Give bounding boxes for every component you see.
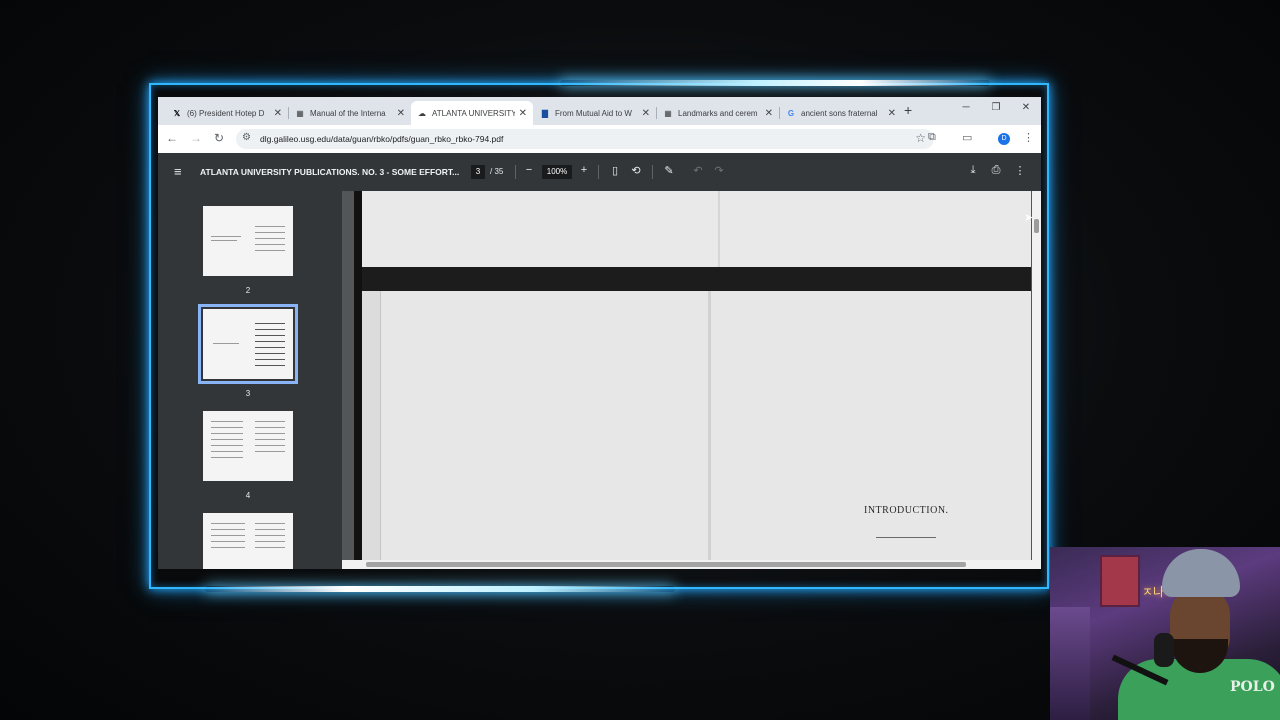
bookmark-star-icon[interactable]: ☆ <box>915 131 926 145</box>
pdf-page-3: INTRODUCTION. <box>362 291 1031 569</box>
thumbnail-image[interactable] <box>198 304 298 384</box>
extensions-icon[interactable]: ⧉ <box>928 131 936 144</box>
undo-icon[interactable]: ↶ <box>691 164 705 177</box>
page-number-input[interactable]: 3 <box>471 165 485 179</box>
page-edge <box>362 291 381 569</box>
page-fold <box>718 191 720 267</box>
microphone-icon <box>1154 633 1174 667</box>
tab-title: (6) President Hotep D <box>187 108 265 118</box>
page-shadow <box>354 191 362 569</box>
restore-icon[interactable]: ❐ <box>986 102 1006 113</box>
pdf-toolbar: ≡ ATLANTA UNIVERSITY PUBLICATIONS. NO. 3… <box>158 153 1041 191</box>
thumbnail-image[interactable] <box>203 206 293 276</box>
x-logo-icon: 𝕏 <box>173 108 181 118</box>
thumbnail-image[interactable] <box>203 411 293 481</box>
tab-google-search[interactable]: G ancient sons fraternal ✕ <box>780 101 902 125</box>
thumbnail-sidebar: 2 3 4 <box>158 191 342 569</box>
document-icon: ▦ <box>664 108 672 118</box>
person-cap <box>1162 549 1240 597</box>
tab-title: Manual of the Interna <box>310 108 386 118</box>
close-tab-icon[interactable]: ✕ <box>765 108 773 119</box>
new-tab-button[interactable]: + <box>904 102 912 118</box>
minimize-icon[interactable]: ─ <box>956 102 976 113</box>
print-icon[interactable]: ⎙ <box>989 164 1003 177</box>
page-gap <box>362 267 1031 291</box>
tab-atlanta-university[interactable]: ☁ ATLANTA UNIVERSITY ✕ <box>411 101 533 125</box>
tab-title: ATLANTA UNIVERSITY <box>432 108 515 118</box>
redo-icon[interactable]: ↷ <box>712 164 726 177</box>
close-tab-icon[interactable]: ✕ <box>642 108 650 119</box>
close-tab-icon[interactable]: ✕ <box>397 108 405 119</box>
shelf <box>1050 607 1090 720</box>
pdf-icon: ☁ <box>418 108 426 118</box>
divider <box>598 165 599 179</box>
tab-mutual-aid[interactable]: ▇ From Mutual Aid to W ✕ <box>534 101 656 125</box>
thumbnail-page-5[interactable] <box>201 513 295 569</box>
tab-title: From Mutual Aid to W <box>555 108 632 118</box>
forward-icon[interactable]: → <box>188 131 204 145</box>
thumbnail-image[interactable] <box>203 513 293 569</box>
zoom-input[interactable]: 100% <box>542 165 572 179</box>
browser-toolbar: ← → ↻ ⚙ dlg.galileo.usg.edu/data/guan/rb… <box>158 125 1041 153</box>
heading-rule <box>876 537 936 538</box>
reload-icon[interactable]: ↻ <box>211 131 227 145</box>
vertical-scrollbar-track[interactable] <box>1032 191 1041 563</box>
sidebar-toggle-icon[interactable]: ≡ <box>174 164 182 179</box>
fit-page-icon[interactable]: ▯ <box>608 164 622 177</box>
wall-poster <box>1100 555 1140 607</box>
browser-menu-icon[interactable]: ⋮ <box>1023 131 1034 144</box>
tab-landmarks[interactable]: ▦ Landmarks and cerem ✕ <box>657 101 779 125</box>
google-icon: G <box>787 108 795 118</box>
pdf-title: ATLANTA UNIVERSITY PUBLICATIONS. NO. 3 -… <box>200 167 460 177</box>
url-text: dlg.galileo.usg.edu/data/guan/rbko/pdfs/… <box>260 134 504 144</box>
page-total: / 35 <box>490 167 504 176</box>
tab-president-hotep[interactable]: 𝕏 (6) President Hotep D ✕ <box>166 101 288 125</box>
close-window-icon[interactable]: ✕ <box>1016 102 1036 113</box>
tab-manual[interactable]: ▦ Manual of the Interna ✕ <box>289 101 411 125</box>
document-icon: ▦ <box>296 108 304 118</box>
rotate-icon[interactable]: ⟲ <box>629 164 643 177</box>
divider <box>652 165 653 179</box>
tab-title: ancient sons fraternal <box>801 108 878 118</box>
neon-streak-top <box>560 80 990 86</box>
cast-icon[interactable]: ▭ <box>962 131 972 144</box>
zoom-in-icon[interactable]: + <box>577 164 591 176</box>
thumbnail-page-2[interactable]: 2 <box>201 206 295 295</box>
thumbnail-page-number: 3 <box>245 389 251 398</box>
webcam-overlay: ㅈ나ㅇ POLO <box>1050 547 1280 720</box>
page-heading: INTRODUCTION. <box>864 505 949 516</box>
thumbnail-page-4[interactable]: 4 <box>201 411 295 500</box>
page-fold <box>708 291 711 569</box>
mouse-cursor-icon: ➤ <box>1024 212 1034 224</box>
browser-window: 𝕏 (6) President Hotep D ✕ ▦ Manual of th… <box>158 97 1041 569</box>
pdf-page-2 <box>362 191 1031 267</box>
divider <box>515 165 516 179</box>
neon-streak-bottom <box>205 586 675 592</box>
close-tab-icon[interactable]: ✕ <box>274 108 282 119</box>
tab-title: Landmarks and cerem <box>678 108 758 118</box>
zoom-out-icon[interactable]: − <box>522 164 536 176</box>
thumbnail-page-3[interactable]: 3 <box>198 304 298 398</box>
thumbnail-page-number: 4 <box>245 491 251 500</box>
address-bar[interactable]: ⚙ dlg.galileo.usg.edu/data/guan/rbko/pdf… <box>236 129 934 149</box>
book-icon: ▇ <box>541 108 549 118</box>
pdf-viewer[interactable]: INTRODUCTION. <box>342 191 1041 569</box>
site-info-icon[interactable]: ⚙ <box>242 132 251 143</box>
download-icon[interactable]: ⤓ <box>966 164 980 177</box>
horizontal-scrollbar-thumb[interactable] <box>366 562 966 567</box>
vertical-scrollbar-thumb[interactable] <box>1034 219 1039 233</box>
more-options-icon[interactable]: ⋮ <box>1013 164 1027 177</box>
shirt-logo: POLO <box>1230 679 1275 695</box>
close-tab-icon[interactable]: ✕ <box>519 108 527 119</box>
profile-avatar[interactable]: D <box>998 133 1010 145</box>
back-icon[interactable]: ← <box>164 131 180 145</box>
annotate-icon[interactable]: ✎ <box>662 164 676 177</box>
close-tab-icon[interactable]: ✕ <box>888 108 896 119</box>
tab-strip: 𝕏 (6) President Hotep D ✕ ▦ Manual of th… <box>158 97 1041 125</box>
thumbnail-page-number: 2 <box>245 286 251 295</box>
